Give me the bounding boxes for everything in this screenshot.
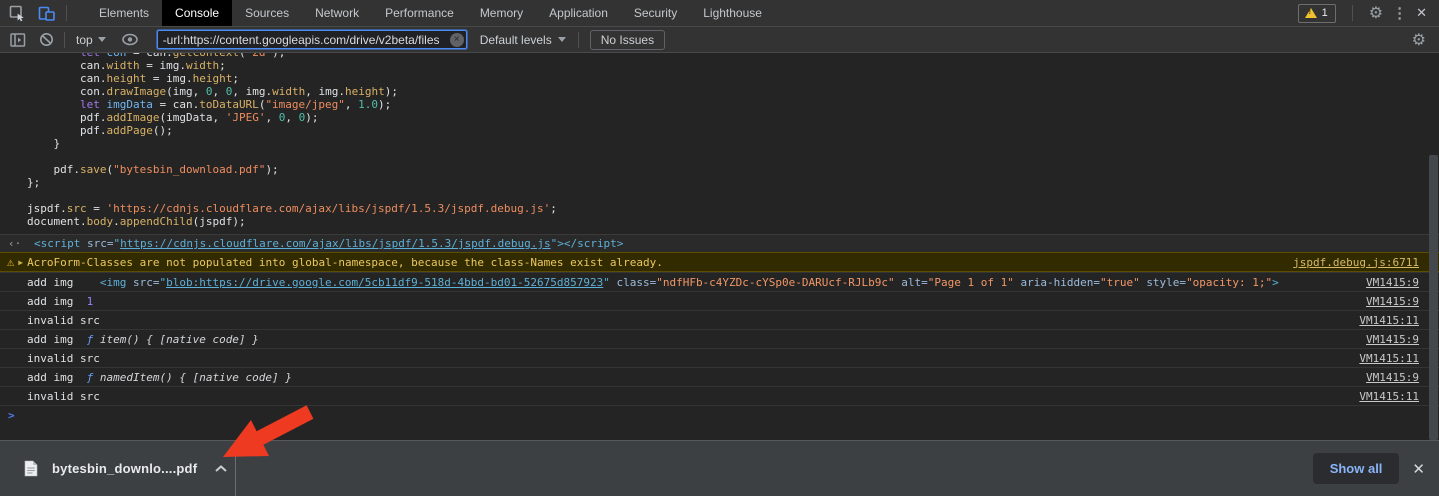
code-line: pdf.addImage(imgData, 'JPEG', 0, 0); <box>27 111 1439 124</box>
devtools-window: ElementsConsoleSourcesNetworkPerformance… <box>0 0 1439 496</box>
issues-warning-badge[interactable]: 1 <box>1298 4 1336 23</box>
code-line: document.body.appendChild(jspdf); <box>27 215 1439 228</box>
tab-network[interactable]: Network <box>302 0 372 26</box>
console-result-row: ‹· <script src="https://cdnjs.cloudflare… <box>0 234 1439 252</box>
console-source-link[interactable]: VM1415:9 <box>1366 276 1419 289</box>
toolbar-divider <box>64 32 65 48</box>
context-selector[interactable]: top <box>76 33 106 47</box>
close-devtools-icon[interactable]: ✕ <box>1416 5 1427 21</box>
toolbar-divider <box>578 32 579 48</box>
tab-elements[interactable]: Elements <box>86 0 162 26</box>
more-menu-icon[interactable]: ⋮ <box>1392 4 1407 22</box>
console-source-link[interactable]: VM1415:11 <box>1359 314 1419 327</box>
console-log-row: add img ƒ item() { [native code] } VM1415… <box>0 329 1439 348</box>
live-expression-eye-icon[interactable] <box>121 33 139 46</box>
downloaded-filename: bytesbin_downlo....pdf <box>52 461 197 476</box>
prompt-chevron-icon: > <box>8 409 15 422</box>
clear-console-icon[interactable] <box>39 32 54 47</box>
tab-lighthouse[interactable]: Lighthouse <box>690 0 775 26</box>
code-line: } <box>27 137 1439 150</box>
evaluated-code-block: let con = can.getContext('2d'); can.widt… <box>0 53 1439 228</box>
console-filter-input[interactable] <box>158 31 466 48</box>
settings-icon[interactable]: ⚙ <box>1369 3 1383 23</box>
console-filter-box: × <box>157 30 467 49</box>
console-log-row: invalid src VM1415:11 <box>0 348 1439 367</box>
clear-filter-icon[interactable]: × <box>450 33 464 47</box>
chevron-down-icon <box>98 37 106 42</box>
chevron-down-icon <box>558 37 566 42</box>
console-source-link[interactable]: jspdf.debug.js:6711 <box>1293 256 1419 269</box>
download-shelf: bytesbin_downlo....pdf Show all ✕ <box>0 440 1439 496</box>
tab-console[interactable]: Console <box>162 0 232 26</box>
console-log-row: invalid src VM1415:11 <box>0 310 1439 329</box>
code-line: pdf.save("bytesbin_download.pdf"); <box>27 163 1439 176</box>
tab-application[interactable]: Application <box>536 0 621 26</box>
device-toolbar-icon[interactable] <box>38 5 56 22</box>
code-line: can.height = img.height; <box>27 72 1439 85</box>
console-log-row: add img ƒ namedItem() { [native code] } V… <box>0 367 1439 386</box>
code-line: pdf.addPage(); <box>27 124 1439 137</box>
pdf-file-icon <box>24 460 38 477</box>
toolbar-divider <box>66 5 67 21</box>
no-issues-button[interactable]: No Issues <box>590 30 665 50</box>
console-message: invalid src <box>27 352 1347 365</box>
console-message: add img ƒ namedItem() { [native code] } <box>27 371 1354 384</box>
console-messages: ⚠ ▶ AcroForm-Classes are not populated int… <box>0 252 1439 405</box>
log-levels-dropdown[interactable]: Default levels <box>480 33 566 47</box>
tab-security[interactable]: Security <box>621 0 690 26</box>
console-message: add img 1 <box>27 295 1354 308</box>
log-levels-label: Default levels <box>480 33 552 47</box>
tab-performance[interactable]: Performance <box>372 0 467 26</box>
console-log-row: add img 1 VM1415:9 <box>0 291 1439 310</box>
context-label: top <box>76 33 93 47</box>
warning-triangle-icon <box>1305 8 1317 18</box>
downloaded-file-item[interactable]: bytesbin_downlo....pdf <box>0 441 236 496</box>
code-line: can.width = img.width; <box>27 59 1439 72</box>
code-line: let imgData = can.toDataURL("image/jpeg"… <box>27 98 1439 111</box>
console-warning-row: ⚠ ▶ AcroForm-Classes are not populated int… <box>0 252 1439 272</box>
console-source-link[interactable]: VM1415:9 <box>1366 333 1419 346</box>
console-output-area[interactable]: let con = can.getContext('2d'); can.widt… <box>0 53 1439 440</box>
close-shelf-icon[interactable]: ✕ <box>1412 460 1425 478</box>
console-settings-icon[interactable]: ⚙ <box>1412 30 1426 50</box>
tab-sources[interactable]: Sources <box>232 0 302 26</box>
tab-memory[interactable]: Memory <box>467 0 536 26</box>
console-source-link[interactable]: VM1415:9 <box>1366 371 1419 384</box>
console-log-row: invalid src VM1415:11 <box>0 386 1439 405</box>
panel-tabs: ElementsConsoleSourcesNetworkPerformance… <box>86 0 775 26</box>
console-message: add img <img src="blob:https://drive.goo… <box>27 276 1354 289</box>
inspect-element-icon[interactable] <box>9 5 26 22</box>
console-source-link[interactable]: VM1415:11 <box>1359 352 1419 365</box>
devtools-main-toolbar: ElementsConsoleSourcesNetworkPerformance… <box>0 0 1439 27</box>
toolbar-divider <box>1352 5 1353 21</box>
console-message: add img ƒ item() { [native code] } <box>27 333 1354 346</box>
toolbar-right-controls: 1 ⚙ ⋮ ✕ <box>1298 3 1439 23</box>
code-line <box>27 150 1439 163</box>
code-line: jspdf.src = 'https://cdnjs.cloudflare.co… <box>27 202 1439 215</box>
download-options-chevron-icon[interactable] <box>213 464 229 473</box>
console-message: invalid src <box>27 390 1347 403</box>
console-sidebar-icon[interactable] <box>10 33 26 47</box>
show-all-downloads-button[interactable]: Show all <box>1313 453 1400 484</box>
console-message: AcroForm-Classes are not populated into … <box>27 256 1281 269</box>
console-toolbar: top × Default levels No Issues ⚙ <box>0 27 1439 53</box>
console-log-row: add img <img src="blob:https://drive.goo… <box>0 272 1439 291</box>
console-source-link[interactable]: VM1415:11 <box>1359 390 1419 403</box>
warning-count: 1 <box>1322 7 1328 19</box>
return-value-marker-icon: ‹· <box>8 237 34 250</box>
code-line <box>27 189 1439 202</box>
warning-icon: ⚠ <box>7 255 14 269</box>
console-prompt-row[interactable]: > <box>0 405 1439 425</box>
code-line: }; <box>27 176 1439 189</box>
vertical-scrollbar-thumb[interactable] <box>1429 155 1438 440</box>
console-message: invalid src <box>27 314 1347 327</box>
expand-triangle-icon[interactable]: ▶ <box>18 258 23 267</box>
returned-element-preview[interactable]: <script src="https://cdnjs.cloudflare.co… <box>34 237 623 250</box>
code-line: con.drawImage(img, 0, 0, img.width, img.… <box>27 85 1439 98</box>
console-source-link[interactable]: VM1415:9 <box>1366 295 1419 308</box>
